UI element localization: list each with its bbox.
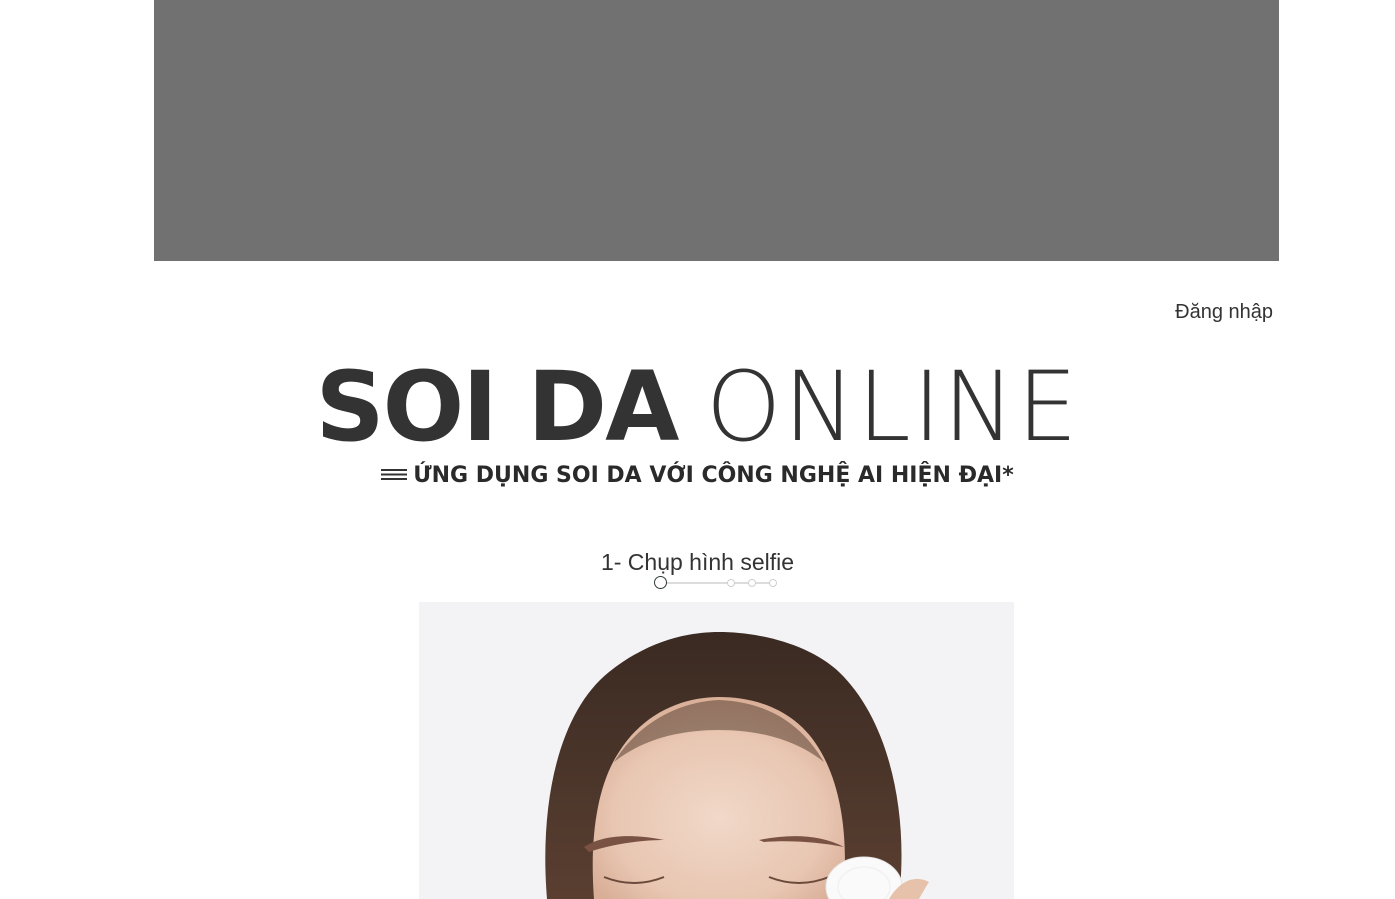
- lines-decoration-icon: [381, 468, 408, 480]
- step-dot-4[interactable]: [769, 579, 777, 587]
- subtitle-text: ỨNG DỤNG SOI DA VỚI CÔNG NGHỆ AI HIỆN ĐẠ…: [413, 463, 1014, 488]
- step-label: 1- Chụp hình selfie: [600, 549, 795, 575]
- page-subtitle: ỨNG DỤNG SOI DA VỚI CÔNG NGHỆ AI HIỆN ĐẠ…: [0, 463, 1395, 488]
- face-illustration: [419, 602, 1014, 899]
- step-track: [666, 582, 774, 584]
- selfie-example-image: [419, 602, 1014, 899]
- title-bold: SOI DA: [315, 351, 679, 463]
- step-progress: [654, 576, 780, 590]
- login-link[interactable]: Đăng nhập: [1175, 301, 1273, 324]
- page-title: SOI DA ONLINE: [0, 352, 1395, 462]
- step-dot-3[interactable]: [748, 579, 756, 587]
- title-light: ONLINE: [705, 351, 1080, 463]
- step-dot-2[interactable]: [727, 579, 735, 587]
- step-dot-1[interactable]: [654, 576, 667, 589]
- top-banner: [154, 0, 1279, 261]
